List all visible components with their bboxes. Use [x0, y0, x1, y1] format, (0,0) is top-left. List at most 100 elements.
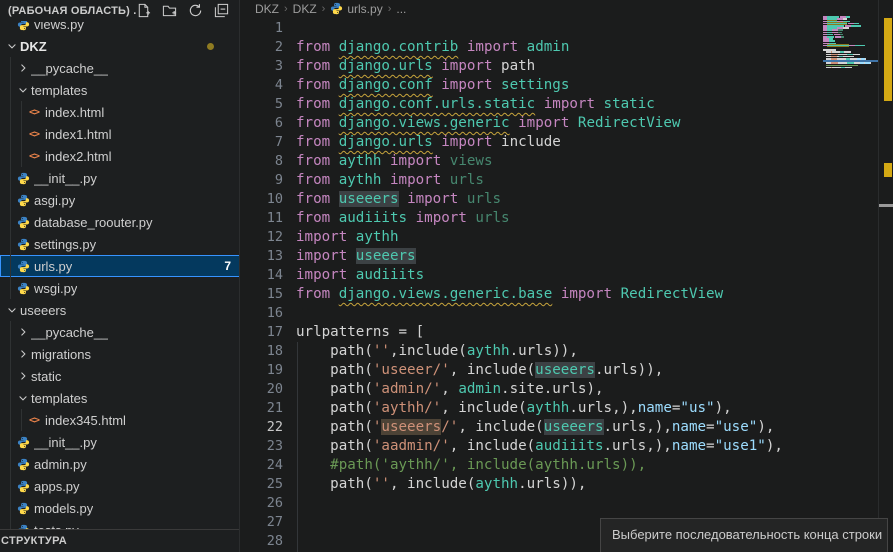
line-number[interactable]: 10: [241, 190, 283, 209]
file-label: settings.py: [34, 237, 96, 252]
overview-ruler[interactable]: [879, 0, 893, 552]
explorer-item-urls-py[interactable]: urls.py7: [0, 255, 240, 277]
line-number[interactable]: 21: [241, 399, 283, 418]
explorer-item-migrations[interactable]: migrations: [0, 343, 240, 365]
explorer-item-apps-py[interactable]: apps.py: [0, 475, 240, 497]
breadcrumb-item[interactable]: DKZ: [293, 2, 317, 16]
code-line-17[interactable]: urlpatterns = [: [296, 323, 424, 342]
file-label: models.py: [34, 501, 93, 516]
python-icon: [17, 458, 30, 471]
line-number[interactable]: 14: [241, 266, 283, 285]
minimap[interactable]: [823, 0, 878, 552]
line-number[interactable]: 22: [241, 418, 283, 437]
line-number[interactable]: 17: [241, 323, 283, 342]
line-number[interactable]: 24: [241, 456, 283, 475]
tree-indent-guide: [10, 321, 11, 529]
explorer-item-index345-html[interactable]: <>index345.html: [0, 409, 240, 431]
line-number[interactable]: 8: [241, 152, 283, 171]
explorer-item--init-py[interactable]: __init__.py: [0, 431, 240, 453]
explorer-item--pycache-[interactable]: __pycache__: [0, 57, 240, 79]
code-line-12[interactable]: import aythh: [296, 228, 399, 247]
python-icon: [17, 172, 30, 185]
line-number[interactable]: 19: [241, 361, 283, 380]
code-line-2[interactable]: from django.contrib import admin: [296, 38, 569, 57]
line-number[interactable]: 28: [241, 532, 283, 551]
explorer-item-index-html[interactable]: <>index.html: [0, 101, 240, 123]
line-number[interactable]: 27: [241, 513, 283, 532]
explorer-item--pycache-[interactable]: __pycache__: [0, 321, 240, 343]
explorer-item-useeers[interactable]: useeers: [0, 299, 240, 321]
explorer-item-models-py[interactable]: models.py: [0, 497, 240, 519]
line-number[interactable]: 4: [241, 76, 283, 95]
breadcrumb-item[interactable]: DKZ: [255, 2, 279, 16]
code-line-3[interactable]: from django.urls import path: [296, 57, 535, 76]
new-folder-icon[interactable]: [162, 3, 177, 18]
html-icon: <>: [29, 107, 39, 118]
line-number[interactable]: 16: [241, 304, 283, 323]
code-line-11[interactable]: from audiiits import urls: [296, 209, 510, 228]
line-number[interactable]: 23: [241, 437, 283, 456]
code-line-14[interactable]: import audiiits: [296, 266, 424, 285]
line-number[interactable]: 18: [241, 342, 283, 361]
code-line-6[interactable]: from django.views.generic import Redirec…: [296, 114, 680, 133]
line-number[interactable]: 9: [241, 171, 283, 190]
line-number[interactable]: 26: [241, 494, 283, 513]
explorer-item-static[interactable]: static: [0, 365, 240, 387]
explorer-item-admin-py[interactable]: admin.py: [0, 453, 240, 475]
line-number[interactable]: 6: [241, 114, 283, 133]
explorer-item-wsgi-py[interactable]: wsgi.py: [0, 277, 240, 299]
code-line-7[interactable]: from django.urls import include: [296, 133, 561, 152]
file-label: static: [31, 369, 61, 384]
line-number[interactable]: 15: [241, 285, 283, 304]
collapse-all-icon[interactable]: [214, 3, 229, 18]
new-file-icon[interactable]: [136, 3, 151, 18]
code-line-15[interactable]: from django.views.generic.base import Re…: [296, 285, 723, 304]
code-line-9[interactable]: from aythh import urls: [296, 171, 484, 190]
line-number[interactable]: 25: [241, 475, 283, 494]
line-number[interactable]: 20: [241, 380, 283, 399]
python-icon: [17, 502, 30, 515]
breadcrumb-item[interactable]: ...: [396, 2, 406, 16]
statusbar-tooltip: Выберите последовательность конца строки: [600, 518, 888, 552]
code-line-5[interactable]: from django.conf.urls.static import stat…: [296, 95, 655, 114]
line-number[interactable]: 11: [241, 209, 283, 228]
tree-indent-guide: [21, 101, 22, 167]
code-line-22[interactable]: path('useeers/', include(useeers.urls,),…: [296, 418, 774, 437]
code-line-21[interactable]: path('aythh/', include(aythh.urls,),name…: [296, 399, 732, 418]
line-number[interactable]: 3: [241, 57, 283, 76]
line-number[interactable]: 5: [241, 95, 283, 114]
explorer-tree: views.pyDKZ__pycache__templates<>index.h…: [0, 0, 239, 552]
file-label: apps.py: [34, 479, 80, 494]
line-number[interactable]: 1: [241, 19, 283, 38]
outline-section-header[interactable]: СТРУКТУРА: [0, 529, 240, 552]
code-line-25[interactable]: path('', include(aythh.urls)),: [296, 475, 586, 494]
breadcrumb-item[interactable]: urls.py: [330, 2, 382, 16]
python-icon: [330, 2, 343, 15]
line-number[interactable]: 7: [241, 133, 283, 152]
explorer-item-dkz[interactable]: DKZ: [0, 35, 240, 57]
explorer-item-index2-html[interactable]: <>index2.html: [0, 145, 240, 167]
code-line-8[interactable]: from aythh import views: [296, 152, 493, 171]
explorer-item-templates[interactable]: templates: [0, 79, 240, 101]
code-line-18[interactable]: path('',include(aythh.urls)),: [296, 342, 578, 361]
code-line-4[interactable]: from django.conf import settings: [296, 76, 569, 95]
line-number[interactable]: 12: [241, 228, 283, 247]
code-line-20[interactable]: path('admin/', admin.site.urls),: [296, 380, 604, 399]
file-label: __init__.py: [34, 171, 97, 186]
code-line-24[interactable]: #path('aythh/', include(aythh.urls)),: [296, 456, 646, 475]
explorer-item-asgi-py[interactable]: asgi.py: [0, 189, 240, 211]
indent-guide: [297, 342, 298, 552]
tree-indent-guide: [21, 409, 22, 431]
explorer-item-templates[interactable]: templates: [0, 387, 240, 409]
line-number[interactable]: 13: [241, 247, 283, 266]
explorer-item--init-py[interactable]: __init__.py: [0, 167, 240, 189]
code-line-10[interactable]: from useeers import urls: [296, 190, 501, 209]
refresh-icon[interactable]: [188, 3, 203, 18]
explorer-item-database-roouter-py[interactable]: database_roouter.py: [0, 211, 240, 233]
code-line-23[interactable]: path('aadmin/', include(audiiits.urls,),…: [296, 437, 783, 456]
code-line-19[interactable]: path('useeer/', include(useeers.urls)),: [296, 361, 663, 380]
explorer-item-index1-html[interactable]: <>index1.html: [0, 123, 240, 145]
code-line-13[interactable]: import useeers: [296, 247, 416, 266]
explorer-item-settings-py[interactable]: settings.py: [0, 233, 240, 255]
line-number[interactable]: 2: [241, 38, 283, 57]
